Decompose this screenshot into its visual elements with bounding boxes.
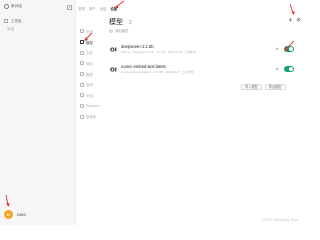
- sidebar-header: 新对话: [4, 4, 72, 14]
- page-title: 模型: [109, 19, 123, 26]
- model-row[interactable]: OI deepseek-r1:1.5b Ollama · deepseek-r1…: [110, 43, 296, 59]
- svg-text:OI: OI: [110, 48, 117, 53]
- user-name: DWC: [17, 212, 27, 217]
- ollama-icon: OI: [110, 66, 117, 73]
- pencil-icon[interactable]: [275, 67, 279, 71]
- sidebar-item-chats[interactable]: 对话: [4, 25, 72, 33]
- crumb-users[interactable]: 用户: [89, 6, 96, 11]
- crumb-general[interactable]: 常规: [78, 6, 85, 11]
- sidebar-item-label: 工作区: [11, 18, 22, 23]
- model-description: Ollama · deepseek-r1:1.5b · 1.1 GB · 202…: [121, 50, 196, 54]
- image-icon: [80, 72, 84, 77]
- sidebar-nav: 工作区 对话: [4, 17, 72, 33]
- settings-nav-web[interactable]: 网络: [80, 58, 104, 69]
- settings-nav-label: 网络: [86, 61, 93, 66]
- documents-icon: [80, 50, 84, 55]
- model-row[interactable]: OI nomic-embed-text:latest nomic-embed-t…: [110, 63, 296, 79]
- plus-icon: [109, 28, 113, 33]
- models-header: 模型 2: [109, 17, 132, 27]
- logo-icon: [4, 4, 9, 9]
- settings-nav-images[interactable]: 图像: [80, 69, 104, 80]
- avatar: D: [4, 210, 13, 219]
- download-icon[interactable]: [288, 17, 293, 22]
- settings-nav-pipelines[interactable]: Pipelines: [80, 101, 104, 112]
- settings-nav-label: 模型: [86, 40, 93, 45]
- general-icon: [80, 29, 84, 34]
- edit-icon[interactable]: [67, 5, 72, 10]
- settings-nav-label: 数据库: [86, 115, 97, 120]
- settings-nav-models[interactable]: 模型: [80, 37, 104, 48]
- sidebar-item-workspace[interactable]: 工作区: [4, 17, 72, 25]
- settings-nav-label: 常规: [86, 29, 93, 34]
- watermark: CSDN @Wazzy Star: [261, 217, 298, 222]
- header-actions: [288, 17, 301, 22]
- workspace-icon: [4, 19, 8, 23]
- pipeline-icon: [80, 104, 84, 109]
- user-menu[interactable]: D DWC: [4, 210, 27, 219]
- model-name: deepseek-r1:1.5b: [121, 44, 154, 49]
- ollama-icon: OI: [110, 46, 117, 53]
- model-name: nomic-embed-text:latest: [121, 64, 166, 69]
- web-icon: [80, 61, 84, 66]
- new-chat-label: 新对话: [11, 4, 22, 8]
- settings-nav-label: Pipelines: [86, 104, 100, 109]
- new-chat-button[interactable]: 新对话: [4, 4, 22, 9]
- models-icon: [80, 40, 84, 45]
- settings-nav-label: 文档: [86, 51, 93, 56]
- pencil-icon[interactable]: [275, 47, 279, 51]
- sidebar-item-label: 对话: [7, 26, 15, 31]
- models-panel: 模型 2 添加模型 OI deepseek-r1:1.5b Ollama · d…: [108, 0, 301, 225]
- settings-nav-chats[interactable]: 对话: [80, 90, 104, 101]
- audio-icon: [80, 82, 84, 87]
- database-icon: [80, 114, 84, 119]
- chat-icon: [80, 93, 84, 98]
- settings-nav-general[interactable]: 常规: [80, 26, 104, 37]
- crumb-chats[interactable]: 对话: [100, 6, 107, 11]
- settings-nav-label: 图像: [86, 72, 93, 77]
- model-actions: 导入模型 导出模型: [241, 84, 286, 90]
- model-enabled-toggle[interactable]: [284, 66, 294, 72]
- settings-nav-label: 音频: [86, 83, 93, 88]
- settings-nav-documents[interactable]: 文档: [80, 47, 104, 58]
- settings-nav: 常规 模型 文档 网络 图像 音频 对话 Pipelines 数据库: [80, 26, 104, 122]
- settings-nav-audio[interactable]: 音频: [80, 79, 104, 90]
- settings-nav-label: 对话: [86, 93, 93, 98]
- svg-text:OI: OI: [110, 68, 117, 73]
- model-description: nomic-embed-text:latest · 274 MB · 2025-…: [121, 70, 194, 74]
- gear-icon[interactable]: [296, 17, 301, 22]
- sidebar: 新对话 工作区 对话 D DWC: [0, 0, 76, 225]
- export-models-button[interactable]: 导出模型: [264, 84, 286, 90]
- import-models-button[interactable]: 导入模型: [241, 84, 262, 90]
- add-model-button[interactable]: 添加模型: [109, 28, 129, 33]
- add-model-label: 添加模型: [115, 29, 129, 33]
- model-count: 2: [129, 20, 132, 26]
- settings-nav-database[interactable]: 数据库: [80, 112, 104, 123]
- model-enabled-toggle[interactable]: [284, 46, 294, 52]
